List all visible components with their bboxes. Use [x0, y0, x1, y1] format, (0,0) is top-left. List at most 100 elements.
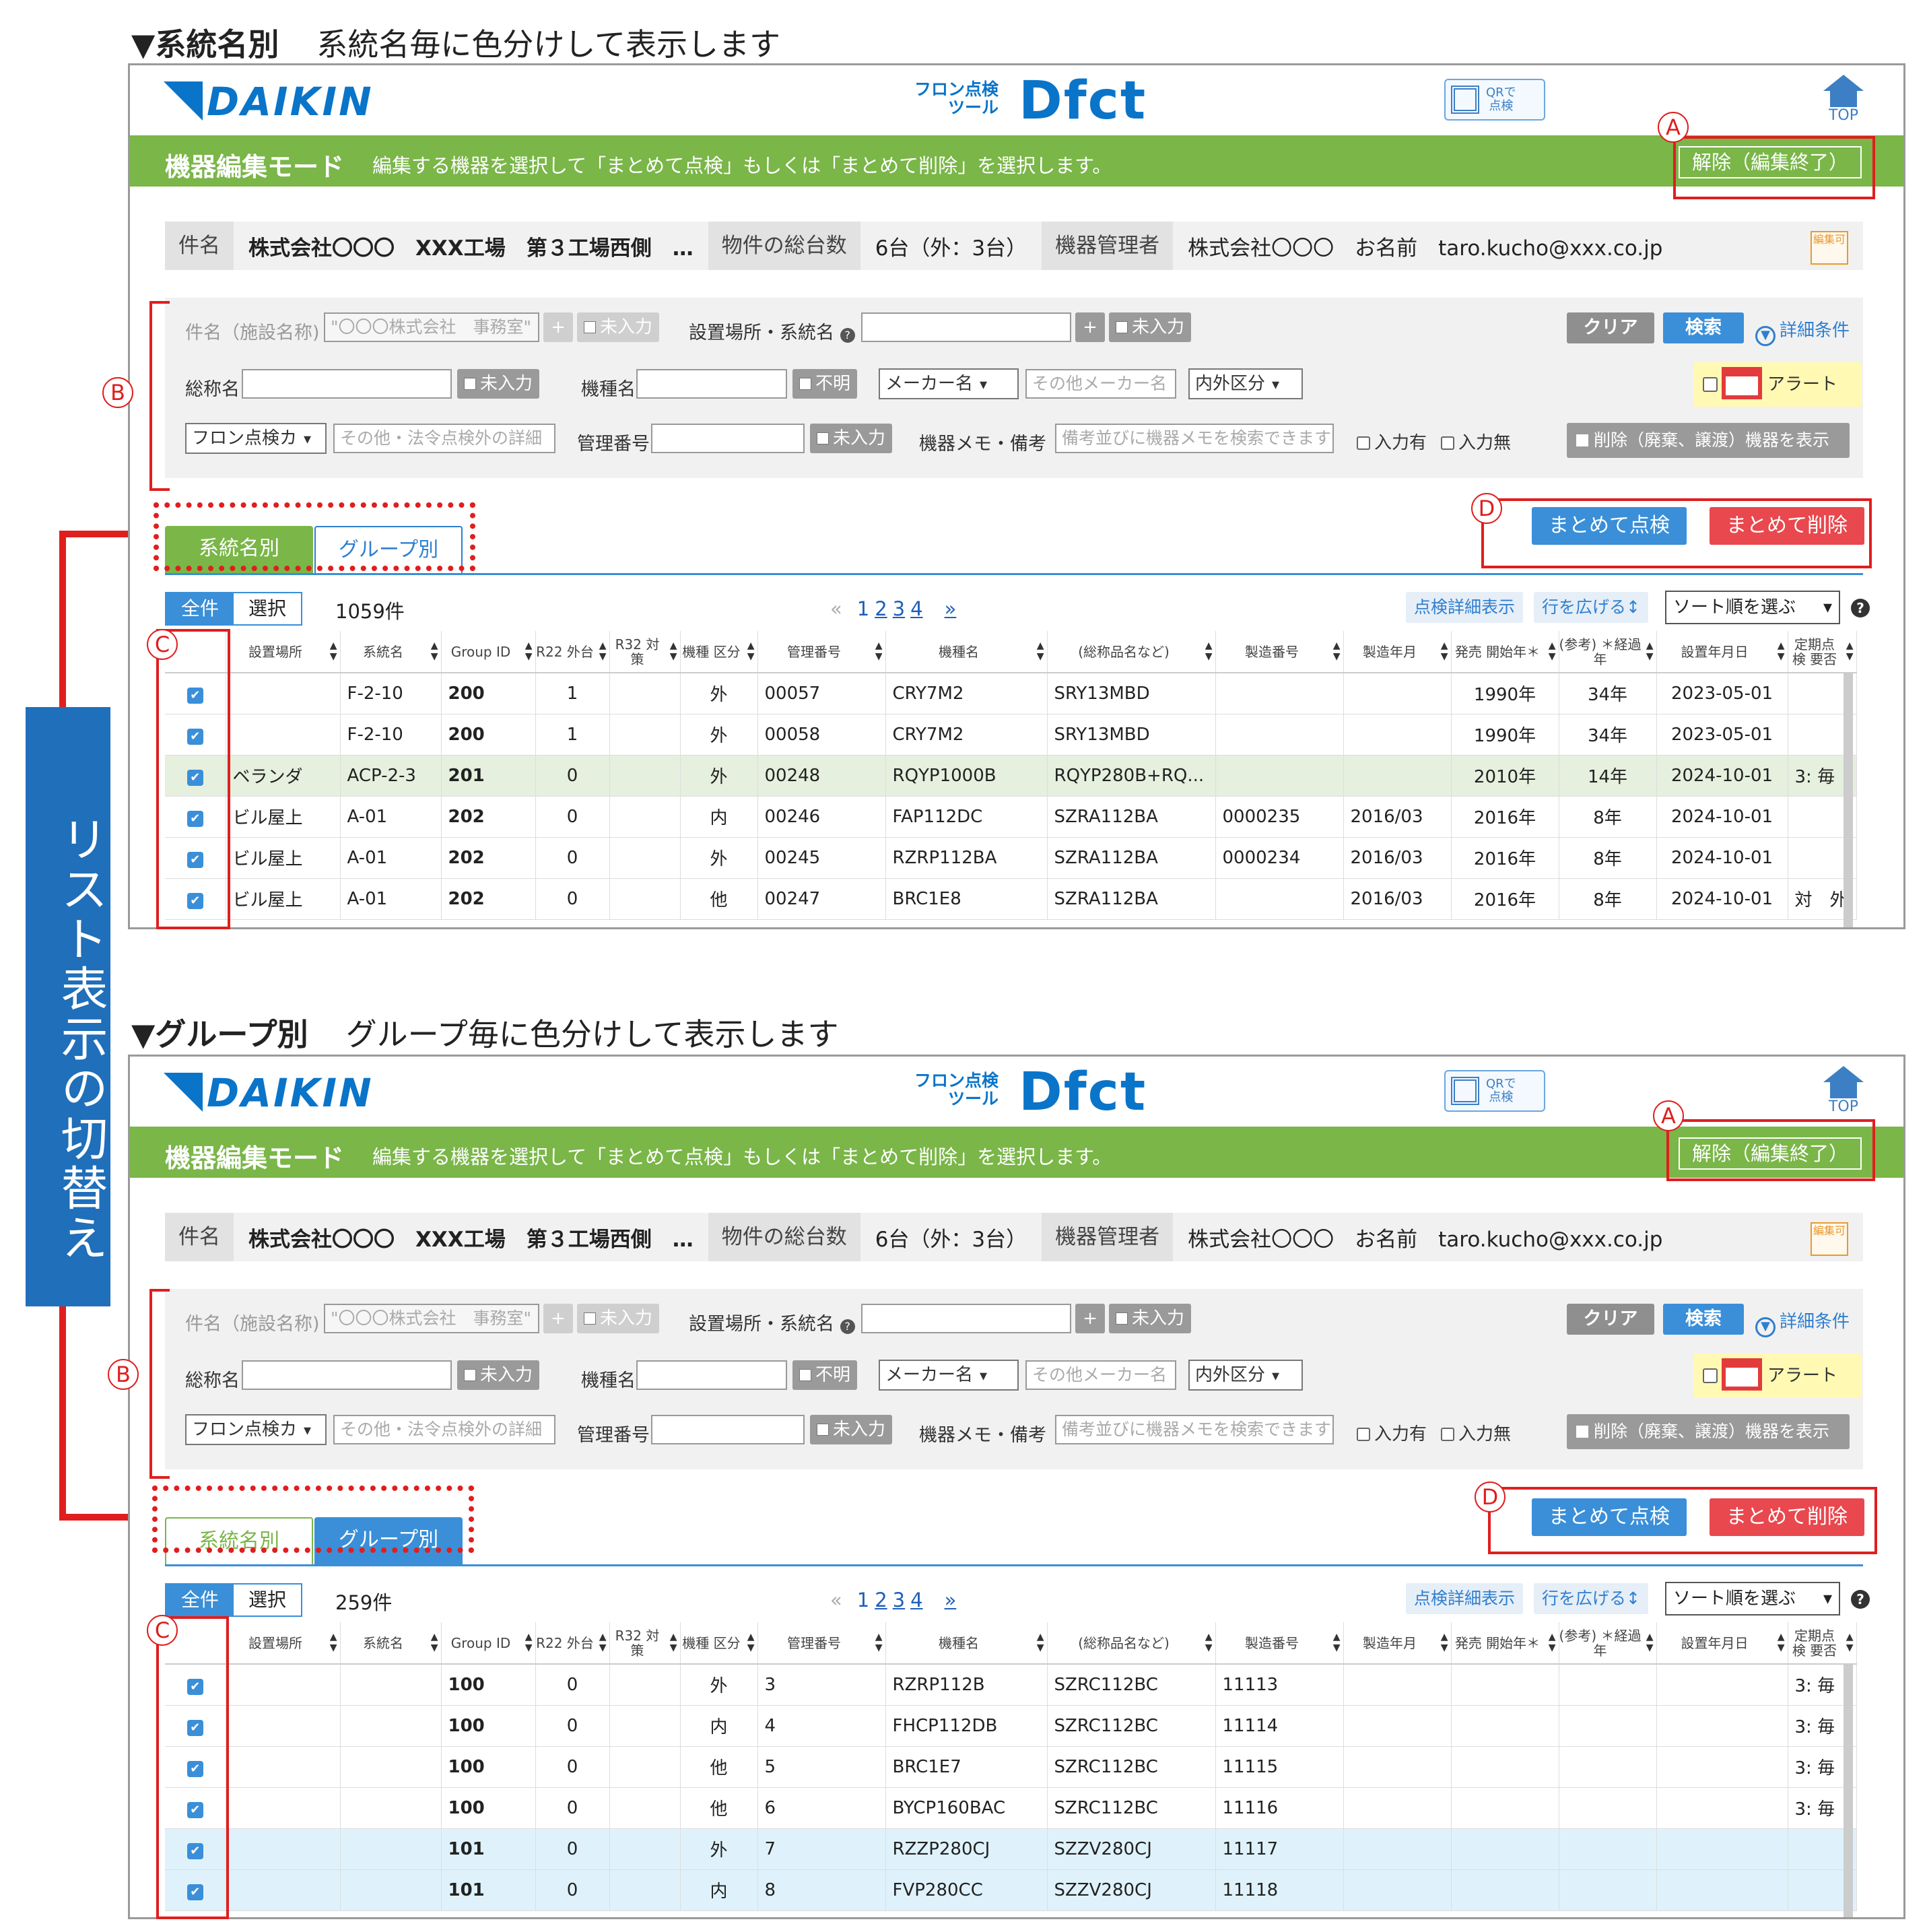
- has-input-checkbox[interactable]: 入力有: [1357, 429, 1427, 454]
- sort-arrows-icon[interactable]: ▲ ▼: [431, 1632, 438, 1653]
- page-link[interactable]: 1: [857, 1589, 869, 1611]
- column-header-9[interactable]: (総称品名など) ▲ ▼: [1047, 631, 1216, 673]
- sort-arrows-icon[interactable]: ▲ ▼: [525, 640, 533, 662]
- memo-search-input[interactable]: 備考並びに機器メモを検索できます: [1055, 424, 1334, 453]
- page-link[interactable]: 1: [857, 597, 869, 620]
- page-link[interactable]: 2: [875, 597, 887, 620]
- show-deleted-toggle[interactable]: 削除（廃棄、譲渡）機器を表示: [1567, 1414, 1850, 1449]
- alert-filter[interactable]: アラート: [1693, 362, 1862, 407]
- model-name-input[interactable]: [636, 1360, 787, 1390]
- search-button[interactable]: 検索: [1663, 1304, 1744, 1335]
- help-icon[interactable]: ?: [1851, 599, 1870, 618]
- top-home-button[interactable]: TOP: [1820, 75, 1867, 124]
- sort-arrows-icon[interactable]: ▲ ▼: [1846, 1632, 1854, 1653]
- sort-arrows-icon[interactable]: ▲ ▼: [330, 1632, 337, 1653]
- table-row[interactable]: ✔ 101 0 内 8 FVP280CC SZZV280CJ 11118: [165, 1869, 1857, 1911]
- mgmt-not-entered-toggle[interactable]: 未入力: [810, 1415, 893, 1444]
- facility-name-input[interactable]: "〇〇〇株式会社 事務室": [324, 1304, 539, 1333]
- inout-select[interactable]: 内外区分 ▾: [1188, 1360, 1303, 1391]
- table-row[interactable]: ✔ 101 0 外 7 RZZP280CJ SZZV280CJ 11117: [165, 1828, 1857, 1870]
- advanced-conditions-link[interactable]: ▼ 詳細条件: [1755, 1308, 1850, 1337]
- editable-icon[interactable]: 編集可: [1811, 1222, 1848, 1256]
- column-header-7[interactable]: 管理番号 ▲ ▼: [757, 1622, 886, 1665]
- column-header-3[interactable]: Group ID ▲ ▼: [441, 1622, 536, 1665]
- column-header-4[interactable]: R22 外台 ▲ ▼: [535, 631, 610, 673]
- mgmt-not-entered-toggle[interactable]: 未入力: [810, 424, 893, 453]
- sort-arrows-icon[interactable]: ▲ ▼: [599, 1632, 607, 1653]
- facility-not-entered-toggle[interactable]: 未入力: [577, 312, 660, 342]
- show-deleted-toggle[interactable]: 削除（廃棄、譲渡）機器を表示: [1567, 423, 1850, 458]
- inspection-detail-input[interactable]: その他・法令点検外の詳細: [333, 1415, 555, 1444]
- add-facility-button[interactable]: +: [543, 1304, 573, 1333]
- memo-search-input[interactable]: 備考並びに機器メモを検索できます: [1055, 1415, 1334, 1444]
- column-header-4[interactable]: R22 外台 ▲ ▼: [535, 1622, 610, 1665]
- sort-select[interactable]: ソート順を選ぶ ▾: [1665, 591, 1840, 624]
- sort-arrows-icon[interactable]: ▲ ▼: [1549, 640, 1556, 662]
- facility-name-input[interactable]: "〇〇〇株式会社 事務室": [324, 312, 539, 342]
- sort-arrows-icon[interactable]: ▲ ▼: [1037, 640, 1044, 662]
- column-header-11[interactable]: 製造年月 ▲ ▼: [1343, 1622, 1452, 1665]
- other-maker-input[interactable]: その他メーカー名: [1025, 369, 1176, 399]
- sort-arrows-icon[interactable]: ▲ ▼: [670, 640, 677, 662]
- column-header-15[interactable]: 定期点検 要否 ▲ ▼: [1788, 631, 1857, 673]
- sort-arrows-icon[interactable]: ▲ ▼: [1441, 640, 1448, 662]
- table-row[interactable]: ✔ F-2-10 200 1 外 00057 CRY7M2 SRY13MBD 1990年 34年 2…: [165, 673, 1857, 714]
- location-input[interactable]: [861, 312, 1071, 342]
- no-input-checkbox[interactable]: 入力無: [1441, 1420, 1511, 1445]
- qr-inspect-button[interactable]: QRで 点検: [1444, 1070, 1545, 1112]
- expand-rows-button[interactable]: 行を広げる↕: [1534, 592, 1648, 623]
- sort-arrows-icon[interactable]: ▲ ▼: [1778, 640, 1785, 662]
- next-page-link[interactable]: »: [945, 1589, 957, 1611]
- clear-button[interactable]: クリア: [1567, 1304, 1654, 1335]
- column-header-1[interactable]: 設置場所 ▲ ▼: [226, 1622, 341, 1665]
- column-header-5[interactable]: R32 対策 ▲ ▼: [609, 1622, 681, 1665]
- page-link[interactable]: 4: [910, 1589, 922, 1611]
- alert-checkbox[interactable]: [1703, 377, 1718, 392]
- editable-icon[interactable]: 編集可: [1811, 231, 1848, 265]
- prev-page-link[interactable]: «: [830, 597, 842, 620]
- column-header-7[interactable]: 管理番号 ▲ ▼: [757, 631, 886, 673]
- column-header-2[interactable]: 系統名 ▲ ▼: [340, 1622, 442, 1665]
- product-not-entered-toggle[interactable]: 未入力: [457, 369, 540, 399]
- sort-arrows-icon[interactable]: ▲ ▼: [1037, 1632, 1044, 1653]
- selected-button[interactable]: 選択: [234, 593, 301, 624]
- column-header-14[interactable]: 設置年月日 ▲ ▼: [1656, 1622, 1788, 1665]
- model-unknown-toggle[interactable]: 不明: [792, 1360, 858, 1390]
- other-maker-input[interactable]: その他メーカー名: [1025, 1360, 1176, 1390]
- table-row[interactable]: ✔ 100 0 他 5 BRC1E7 SZRC112BC 11115 3: 毎: [165, 1746, 1857, 1788]
- column-header-2[interactable]: 系統名 ▲ ▼: [340, 631, 442, 673]
- inspection-type-select[interactable]: フロン点検カ ▾: [185, 1414, 327, 1445]
- sort-arrows-icon[interactable]: ▲ ▼: [1646, 640, 1654, 662]
- column-header-10[interactable]: 製造番号 ▲ ▼: [1215, 631, 1344, 673]
- table-row[interactable]: ✔ ビル屋上 A-01 202 0 他 00247 BRC1E8 SZRA112BA 2016/0…: [165, 878, 1857, 920]
- management-number-input[interactable]: [651, 1415, 805, 1444]
- table-row[interactable]: ✔ F-2-10 200 1 外 00058 CRY7M2 SRY13MBD 1990年 34年 2…: [165, 714, 1857, 756]
- product-not-entered-toggle[interactable]: 未入力: [457, 1360, 540, 1390]
- column-header-11[interactable]: 製造年月 ▲ ▼: [1343, 631, 1452, 673]
- sort-select[interactable]: ソート順を選ぶ ▾: [1665, 1582, 1840, 1615]
- sort-arrows-icon[interactable]: ▲ ▼: [1333, 1632, 1341, 1653]
- sort-arrows-icon[interactable]: ▲ ▼: [1778, 1632, 1785, 1653]
- table-row[interactable]: ✔ 100 0 内 4 FHCP112DB SZRC112BC 11114 3: 毎: [165, 1705, 1857, 1747]
- sort-arrows-icon[interactable]: ▲ ▼: [431, 640, 438, 662]
- alert-checkbox[interactable]: [1703, 1368, 1718, 1383]
- sort-arrows-icon[interactable]: ▲ ▼: [1205, 1632, 1213, 1653]
- column-header-15[interactable]: 定期点検 要否 ▲ ▼: [1788, 1622, 1857, 1665]
- column-header-12[interactable]: 発売 開始年＊ ▲ ▼: [1451, 631, 1559, 673]
- qr-inspect-button[interactable]: QRで 点検: [1444, 79, 1545, 121]
- location-not-entered-toggle[interactable]: 未入力: [1109, 312, 1192, 342]
- page-link[interactable]: 3: [893, 1589, 905, 1611]
- column-header-8[interactable]: 機種名 ▲ ▼: [885, 631, 1048, 673]
- table-row[interactable]: ✔ 100 0 他 6 BYCP160BAC SZRC112BC 11116 3: 毎: [165, 1787, 1857, 1829]
- add-location-button[interactable]: +: [1075, 1304, 1105, 1333]
- table-row[interactable]: ✔ 100 0 外 3 RZRP112B SZRC112BC 11113 3: 毎: [165, 1664, 1857, 1706]
- sort-arrows-icon[interactable]: ▲ ▼: [670, 1632, 677, 1653]
- location-input[interactable]: [861, 1304, 1071, 1333]
- maker-select[interactable]: メーカー名 ▾: [879, 1360, 1019, 1391]
- column-header-13[interactable]: (参考) ＊経過年 ▲ ▼: [1559, 1622, 1657, 1665]
- inspection-detail-input[interactable]: その他・法令点検外の詳細: [333, 424, 555, 453]
- table-row[interactable]: ✔ ビル屋上 A-01 202 0 内 00246 FAP112DC SZRA112BA 0000…: [165, 796, 1857, 838]
- no-input-checkbox[interactable]: 入力無: [1441, 429, 1511, 454]
- sort-arrows-icon[interactable]: ▲ ▼: [747, 1632, 755, 1653]
- sort-arrows-icon[interactable]: ▲ ▼: [1646, 1632, 1654, 1653]
